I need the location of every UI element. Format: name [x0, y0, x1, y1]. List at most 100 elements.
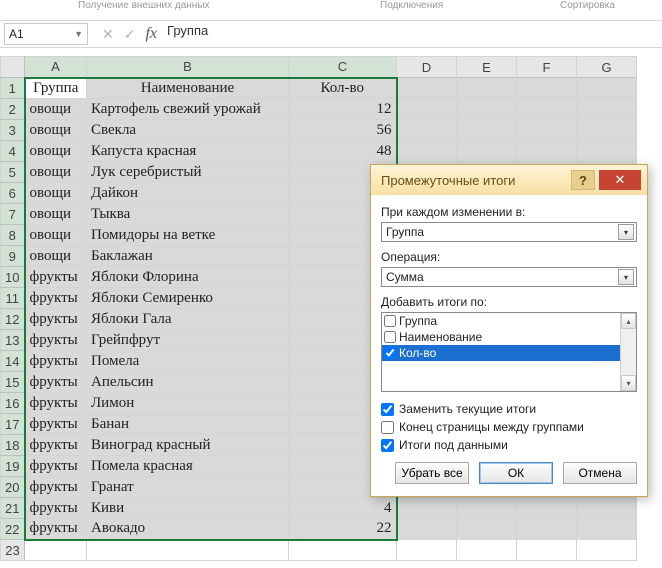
dialog-titlebar[interactable]: Промежуточные итоги ? ✕: [371, 165, 647, 195]
cell[interactable]: 22: [289, 519, 397, 540]
name-box[interactable]: A1 ▼: [4, 23, 88, 45]
col-header-F[interactable]: F: [517, 57, 577, 78]
cell[interactable]: Баклажан: [87, 246, 289, 267]
cell[interactable]: [577, 120, 637, 141]
row-header[interactable]: 17: [1, 414, 25, 435]
row-header[interactable]: 15: [1, 372, 25, 393]
cell[interactable]: 4: [289, 498, 397, 519]
cell[interactable]: [457, 141, 517, 162]
chk-replace-row[interactable]: Заменить текущие итоги: [381, 402, 637, 416]
cell[interactable]: [517, 141, 577, 162]
cell[interactable]: овощи: [25, 246, 87, 267]
cell[interactable]: фрукты: [25, 267, 87, 288]
table-row[interactable]: 1ГруппаНаименованиеКол-во: [1, 78, 637, 99]
cell[interactable]: фрукты: [25, 414, 87, 435]
row-header[interactable]: 7: [1, 204, 25, 225]
row-header[interactable]: 12: [1, 309, 25, 330]
chk-pagebreak[interactable]: [381, 421, 394, 434]
combo-operation[interactable]: Сумма ▾: [381, 267, 637, 287]
cell[interactable]: [517, 120, 577, 141]
chk-pagebreak-row[interactable]: Конец страницы между группами: [381, 420, 637, 434]
column-headers[interactable]: A B C D E F G: [1, 57, 637, 78]
cell[interactable]: Помидоры на ветке: [87, 225, 289, 246]
list-item-checkbox[interactable]: [384, 331, 396, 343]
row-header[interactable]: 8: [1, 225, 25, 246]
cell[interactable]: [457, 99, 517, 120]
cell[interactable]: [577, 498, 637, 519]
table-row[interactable]: 2овощиКартофель свежий урожай12: [1, 99, 637, 120]
cell[interactable]: [87, 540, 289, 561]
row-header[interactable]: 20: [1, 477, 25, 498]
cell[interactable]: овощи: [25, 183, 87, 204]
cell[interactable]: фрукты: [25, 519, 87, 540]
col-header-B[interactable]: B: [87, 57, 289, 78]
row-header[interactable]: 23: [1, 540, 25, 561]
cell[interactable]: [397, 141, 457, 162]
cell[interactable]: Помела красная: [87, 456, 289, 477]
cell[interactable]: Грейпфрут: [87, 330, 289, 351]
select-all-corner[interactable]: [1, 57, 25, 78]
cell[interactable]: фрукты: [25, 456, 87, 477]
row-header[interactable]: 9: [1, 246, 25, 267]
chk-replace[interactable]: [381, 403, 394, 416]
cell[interactable]: овощи: [25, 99, 87, 120]
col-header-G[interactable]: G: [577, 57, 637, 78]
cell[interactable]: фрукты: [25, 288, 87, 309]
cell[interactable]: Виноград красный: [87, 435, 289, 456]
cell[interactable]: [397, 540, 457, 561]
scroll-down-icon[interactable]: ▾: [621, 375, 636, 391]
cell[interactable]: [517, 540, 577, 561]
formula-input[interactable]: Группа: [157, 23, 662, 45]
list-item[interactable]: Кол-во: [382, 345, 636, 361]
cell[interactable]: Тыква: [87, 204, 289, 225]
cell[interactable]: Банан: [87, 414, 289, 435]
row-header[interactable]: 16: [1, 393, 25, 414]
cell[interactable]: [517, 498, 577, 519]
cell[interactable]: Кол-во: [289, 78, 397, 99]
add-totals-listbox[interactable]: ГруппаНаименованиеКол-во ▴ ▾: [381, 312, 637, 392]
fx-icon[interactable]: fx: [145, 25, 157, 43]
cell[interactable]: [25, 540, 87, 561]
table-row[interactable]: 4овощиКапуста красная48: [1, 141, 637, 162]
cell[interactable]: фрукты: [25, 372, 87, 393]
list-item-checkbox[interactable]: [384, 347, 396, 359]
cell[interactable]: фрукты: [25, 435, 87, 456]
cell[interactable]: Гранат: [87, 477, 289, 498]
cell[interactable]: фрукты: [25, 498, 87, 519]
cell[interactable]: [577, 540, 637, 561]
cell[interactable]: [577, 141, 637, 162]
cell[interactable]: овощи: [25, 120, 87, 141]
remove-all-button[interactable]: Убрать все: [395, 462, 469, 484]
cancel-button[interactable]: Отмена: [563, 462, 637, 484]
combo-change-in[interactable]: Группа ▾: [381, 222, 637, 242]
cell[interactable]: [517, 519, 577, 540]
cell[interactable]: [457, 540, 517, 561]
col-header-C[interactable]: C: [289, 57, 397, 78]
row-header[interactable]: 10: [1, 267, 25, 288]
row-header[interactable]: 2: [1, 99, 25, 120]
cell[interactable]: фрукты: [25, 351, 87, 372]
col-header-E[interactable]: E: [457, 57, 517, 78]
cell[interactable]: Группа: [25, 78, 87, 99]
cell[interactable]: Апельсин: [87, 372, 289, 393]
row-header[interactable]: 11: [1, 288, 25, 309]
cell[interactable]: фрукты: [25, 330, 87, 351]
row-header[interactable]: 22: [1, 519, 25, 540]
cell[interactable]: овощи: [25, 162, 87, 183]
list-item[interactable]: Наименование: [382, 329, 636, 345]
row-header[interactable]: 1: [1, 78, 25, 99]
cell[interactable]: [577, 78, 637, 99]
cell[interactable]: 48: [289, 141, 397, 162]
list-item-checkbox[interactable]: [384, 315, 396, 327]
cell[interactable]: [397, 120, 457, 141]
cell[interactable]: Дайкон: [87, 183, 289, 204]
cell[interactable]: Наименование: [87, 78, 289, 99]
cell[interactable]: [517, 78, 577, 99]
cell[interactable]: Яблоки Семиренко: [87, 288, 289, 309]
cell[interactable]: Яблоки Флорина: [87, 267, 289, 288]
chk-below[interactable]: [381, 439, 394, 452]
col-header-A[interactable]: A: [25, 57, 87, 78]
cell[interactable]: овощи: [25, 204, 87, 225]
row-header[interactable]: 13: [1, 330, 25, 351]
cell[interactable]: Свекла: [87, 120, 289, 141]
